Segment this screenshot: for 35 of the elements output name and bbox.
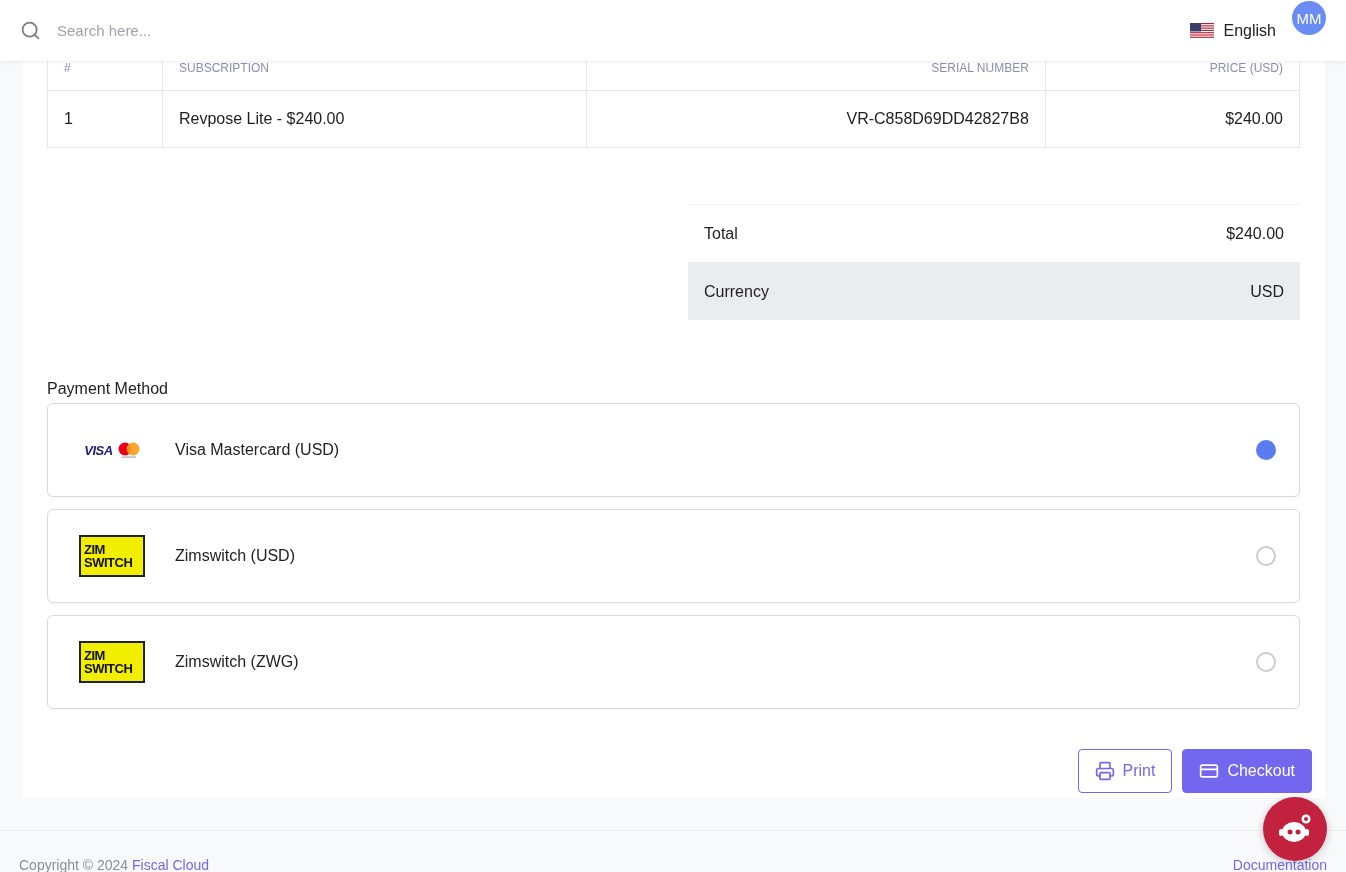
chat-bot-button[interactable] <box>1263 797 1327 861</box>
copyright-text: Copyright © 2024 Fiscal Cloud <box>19 857 210 872</box>
payment-option[interactable]: ZIM SWITCH Zimswitch (USD) <box>47 509 1300 603</box>
radio-button[interactable] <box>1256 652 1276 672</box>
payment-method-label: Payment Method <box>47 380 169 398</box>
flag-icon <box>1189 22 1214 39</box>
payment-option[interactable]: ZIM SWITCH Zimswitch (ZWG) <box>47 615 1300 709</box>
search-icon <box>20 20 41 41</box>
visa-logo: VISA <box>84 442 113 458</box>
print-button[interactable]: Print <box>1077 749 1173 793</box>
payment-option-label: Zimswitch (ZWG) <box>175 653 300 671</box>
table-cell: VR-C858D69DD42827B8 <box>586 90 1046 148</box>
zimswitch-logo: ZIM SWITCH <box>79 535 145 577</box>
credit-card-icon <box>1199 761 1220 781</box>
brand-link[interactable]: Fiscal Cloud <box>132 857 210 872</box>
summary-label: Total <box>704 224 738 243</box>
checkout-button[interactable]: Checkout <box>1182 749 1312 793</box>
summary-label: Currency <box>704 282 769 301</box>
table-cell: 1 <box>47 90 163 148</box>
payment-option-label: Visa Mastercard (USD) <box>175 441 341 459</box>
radio-button[interactable] <box>1256 440 1276 460</box>
printer-icon <box>1094 761 1115 781</box>
summary-value: $240.00 <box>1226 224 1284 243</box>
robot-icon <box>1278 814 1312 844</box>
payment-option-label: Zimswitch (USD) <box>175 547 296 565</box>
mastercard-icon <box>117 442 140 458</box>
payment-option[interactable]: VISA Visa Mastercard (USD) <box>47 403 1300 497</box>
summary-value: USD <box>1250 282 1284 301</box>
table-cell: $240.00 <box>1045 90 1300 148</box>
zimswitch-logo: ZIM SWITCH <box>79 641 145 683</box>
documentation-link[interactable]: Documentation <box>1232 857 1327 872</box>
table-cell: Revpose Lite - $240.00 <box>162 90 586 148</box>
radio-button[interactable] <box>1256 546 1276 566</box>
user-avatar[interactable]: MM <box>1292 1 1326 35</box>
language-selector[interactable]: English <box>1223 21 1276 40</box>
